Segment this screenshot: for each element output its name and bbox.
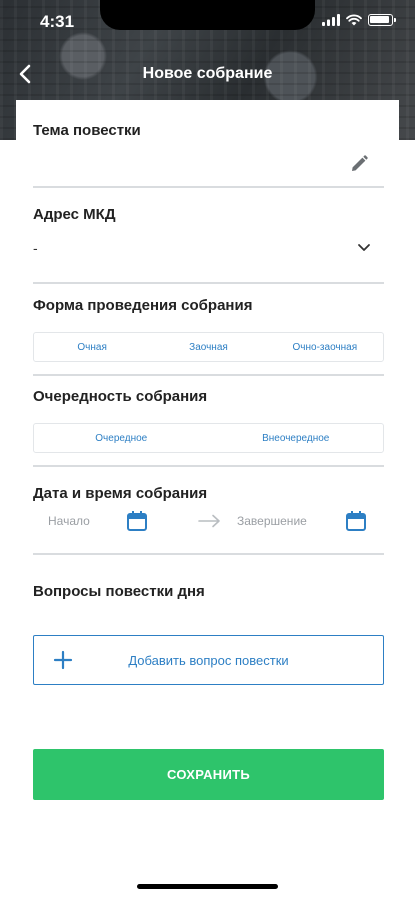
status-bar: 4:31 (0, 0, 415, 44)
form-type-label: Форма проведения собрания (33, 297, 253, 314)
status-time: 4:31 (40, 12, 75, 31)
divider (33, 282, 384, 284)
end-calendar-icon[interactable] (345, 510, 367, 532)
divider (33, 374, 384, 376)
add-question-button[interactable]: Добавить вопрос повестки (33, 635, 384, 685)
start-calendar-icon[interactable] (126, 510, 148, 532)
wifi-icon (346, 14, 362, 26)
navigation-bar: Новое собрание (0, 54, 415, 94)
order-label: Очередность собрания (33, 388, 208, 405)
end-date-input[interactable]: Завершение (237, 514, 307, 528)
topic-input[interactable] (33, 155, 333, 175)
start-date-input[interactable]: Начало (48, 514, 90, 528)
form-type-option-mixed[interactable]: Очно-заочная (267, 333, 383, 361)
form-type-option-absentee[interactable]: Заочная (150, 333, 266, 361)
battery-icon (368, 14, 396, 26)
home-indicator (137, 884, 278, 889)
form-type-segmented-control: Очная Заочная Очно-заочная (33, 332, 384, 362)
save-button[interactable]: СОХРАНИТЬ (33, 749, 384, 800)
address-select-value[interactable]: - (33, 240, 38, 256)
chevron-down-icon[interactable] (356, 239, 372, 255)
add-question-label: Добавить вопрос повестки (128, 653, 289, 668)
divider (33, 465, 384, 467)
divider (33, 553, 384, 555)
divider (33, 186, 384, 188)
signal-icon (322, 14, 340, 26)
notch (100, 0, 315, 30)
order-option-extraordinary[interactable]: Внеочередное (209, 424, 384, 452)
questions-label: Вопросы повестки дня (33, 583, 205, 600)
datetime-row: Начало Завершение (33, 506, 384, 536)
arrow-right-icon (198, 514, 220, 528)
order-option-regular[interactable]: Очередное (34, 424, 209, 452)
topic-label: Тема повестки (33, 122, 141, 139)
form-type-option-in-person[interactable]: Очная (34, 333, 150, 361)
status-icons (322, 14, 396, 26)
address-label: Адрес МКД (33, 206, 116, 223)
pencil-icon[interactable] (349, 154, 369, 174)
order-segmented-control: Очередное Внеочередное (33, 423, 384, 453)
page-title: Новое собрание (142, 65, 273, 82)
datetime-label: Дата и время собрания (33, 485, 208, 502)
form-card: Тема повестки Адрес МКД - Форма проведен… (16, 100, 399, 900)
